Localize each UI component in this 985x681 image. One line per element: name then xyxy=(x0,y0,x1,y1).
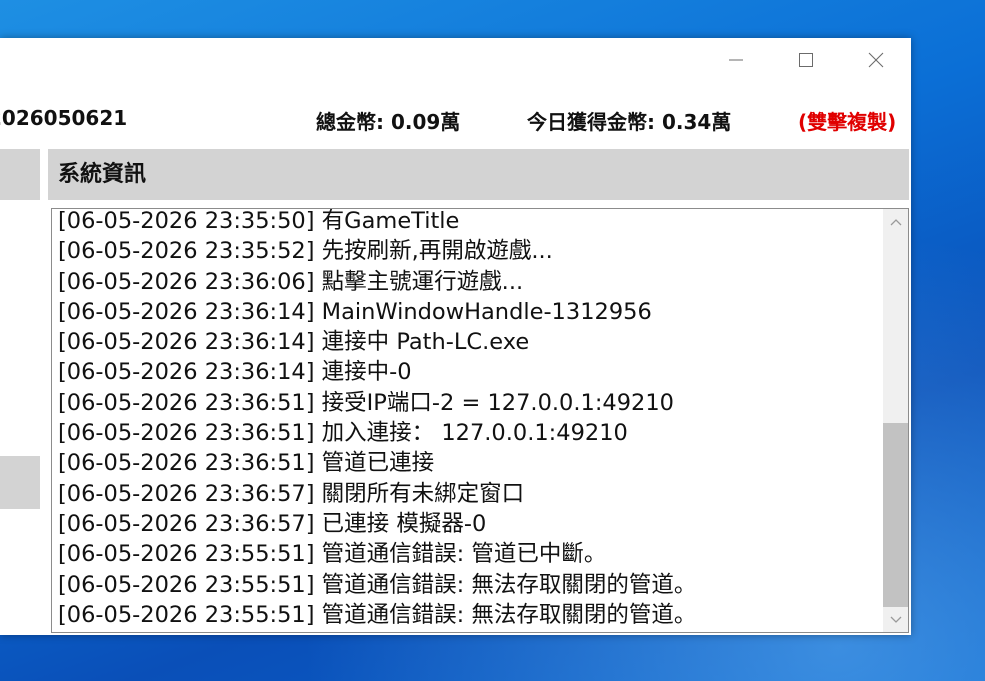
maximize-icon xyxy=(799,53,813,67)
copy-hint[interactable]: (雙擊複製) xyxy=(798,106,896,135)
total-coins-label: 總金幣: 0.09萬 xyxy=(316,110,461,134)
minimize-icon xyxy=(729,59,743,61)
log-entry: [06-05-2026 23:36:57] 已連接 模擬器-0 xyxy=(58,510,487,537)
log-entry: [06-05-2026 23:55:51] 管道通信錯誤: 無法存取關閉的管道。 xyxy=(58,601,697,628)
log-entry: [06-05-2026 23:35:50] 有GameTitle xyxy=(58,208,460,234)
left-panel-section xyxy=(0,456,40,509)
window-controls xyxy=(701,38,911,82)
log-entry: [06-05-2026 23:35:52] 先按刷新,再開啟遊戲... xyxy=(58,238,553,265)
log-entry: [06-05-2026 23:55:51] 管道通信錯誤: 無法存取關閉的管道。 xyxy=(58,571,697,598)
system-log-box[interactable]: [06-05-2026 23:35:50] 有GameTitle [06-05-2… xyxy=(51,208,909,633)
log-entry: [06-05-2026 23:55:51] 管道通信錯誤: 管道已中斷。 xyxy=(58,541,607,568)
left-panel-header xyxy=(0,149,40,200)
scroll-thumb[interactable] xyxy=(883,423,908,607)
scroll-up-button[interactable] xyxy=(883,209,908,234)
chevron-down-icon xyxy=(890,616,901,623)
today-coins-label: 今日獲得金幣: 0.34萬 xyxy=(527,110,732,134)
app-window: 2026050621 總金幣: 0.09萬 今日獲得金幣: 0.34萬 (雙擊複… xyxy=(0,38,911,635)
log-entry: [06-05-2026 23:36:14] 連接中-0 xyxy=(58,359,412,386)
log-entry: [06-05-2026 23:36:14] MainWindowHandle-1… xyxy=(58,298,652,325)
log-list: [06-05-2026 23:35:50] 有GameTitle [06-05-2… xyxy=(58,208,878,630)
info-row: 2026050621 總金幣: 0.09萬 今日獲得金幣: 0.34萬 (雙擊複… xyxy=(0,106,911,136)
chevron-up-icon xyxy=(890,218,901,225)
account-id[interactable]: 2026050621 xyxy=(0,106,127,130)
log-entry: [06-05-2026 23:36:57] 關閉所有未綁定窗口 xyxy=(58,480,525,507)
close-button[interactable] xyxy=(841,38,911,82)
log-entry: [06-05-2026 23:36:51] 接受IP端口-2 = 127.0.0… xyxy=(58,389,674,416)
log-scrollbar[interactable] xyxy=(883,209,908,632)
system-info-header: 系統資訊 xyxy=(48,149,909,200)
minimize-button[interactable] xyxy=(701,38,771,82)
maximize-button[interactable] xyxy=(771,38,841,82)
log-entry: [06-05-2026 23:36:51] 管道已連接 xyxy=(58,450,435,477)
scroll-down-button[interactable] xyxy=(883,607,908,632)
log-entry: [06-05-2026 23:36:14] 連接中 Path-LC.exe xyxy=(58,329,530,356)
log-entry: [06-05-2026 23:36:51] 加入連接： 127.0.0.1:49… xyxy=(58,420,628,447)
close-icon xyxy=(868,52,884,68)
log-entry: [06-05-2026 23:36:06] 點擊主號運行遊戲... xyxy=(58,268,524,295)
